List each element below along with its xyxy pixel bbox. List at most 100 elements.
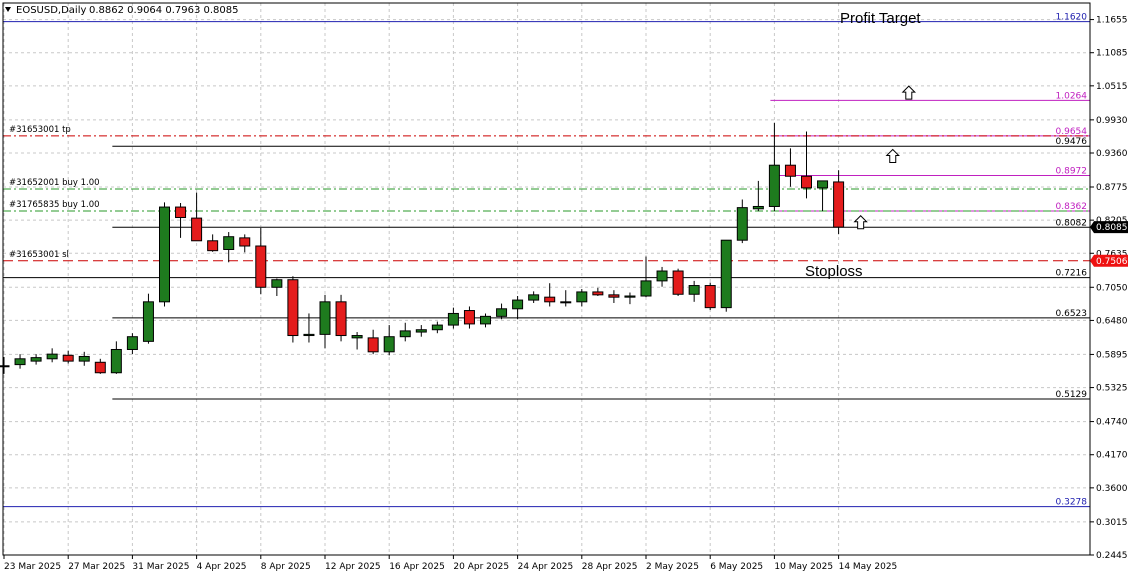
candle-body-bear xyxy=(544,296,556,303)
candle-body-bull xyxy=(480,315,491,325)
candle-body-bull xyxy=(319,301,331,335)
order-label: #31653001 tp xyxy=(9,125,71,135)
candle-body-bear xyxy=(191,217,203,242)
candle-body-bull xyxy=(447,312,459,326)
x-tick-label: 20 Apr 2025 xyxy=(453,562,509,572)
candle-body-bull xyxy=(303,333,315,337)
candle-body-bull xyxy=(126,336,138,350)
y-tick-label: 1.1655 xyxy=(1096,16,1128,26)
level-label: 0.7216 xyxy=(1056,269,1088,279)
level-label: 0.8082 xyxy=(1056,218,1088,228)
x-tick-label: 16 Apr 2025 xyxy=(389,562,445,572)
x-tick-label: 31 Mar 2025 xyxy=(132,562,189,572)
candle-body-bear xyxy=(704,285,716,309)
y-tick-label: 0.6480 xyxy=(1096,316,1128,326)
level-label: 1.0264 xyxy=(1056,91,1088,101)
x-tick-label: 28 Apr 2025 xyxy=(582,562,638,572)
symbol-label: EOSUSD,Daily xyxy=(16,5,86,16)
x-tick-label: 23 Mar 2025 xyxy=(4,562,61,572)
candle-body-bear xyxy=(239,237,251,247)
y-tick-label: 0.2445 xyxy=(1096,551,1128,561)
y-tick-label: 0.9360 xyxy=(1096,149,1128,159)
y-tick-label: 0.5325 xyxy=(1096,384,1128,394)
candle-body-bull xyxy=(752,205,764,210)
y-tick-label: 1.0515 xyxy=(1096,82,1128,92)
up-arrow-icon xyxy=(901,85,917,100)
candle-body-bear xyxy=(62,354,74,362)
level-label: 0.5129 xyxy=(1056,390,1088,400)
y-tick-label: 1.1085 xyxy=(1096,49,1128,59)
candle-body-bear xyxy=(784,164,796,177)
profit-target-annotation: Profit Target xyxy=(840,10,921,27)
x-tick-label: 2 May 2025 xyxy=(646,562,699,572)
candle-body-bull xyxy=(351,335,363,339)
candle-body-bull xyxy=(159,206,170,303)
candle-body-bear xyxy=(94,361,106,374)
candle-body-bull xyxy=(736,207,748,241)
candle-body-bull xyxy=(560,301,572,304)
candle-body-bull xyxy=(576,291,588,303)
candle-body-bull xyxy=(110,348,122,374)
candle-body-bull xyxy=(624,295,636,298)
candle-body-bull xyxy=(640,280,652,297)
dropdown-triangle-icon[interactable] xyxy=(5,7,11,12)
candle-body-bull xyxy=(0,365,10,368)
candle-body-bull xyxy=(14,358,26,366)
up-arrow-icon xyxy=(885,148,900,163)
candle-body-bull xyxy=(271,279,283,288)
arrow-markers xyxy=(853,85,917,230)
candle-body-bear xyxy=(463,310,475,325)
x-tick-label: 27 Mar 2025 xyxy=(68,562,125,572)
x-tick-label: 10 May 2025 xyxy=(774,562,833,572)
y-tick-label: 0.8775 xyxy=(1096,183,1128,193)
price-chart[interactable]: 1.16201.02640.96540.94760.89720.83620.80… xyxy=(0,0,1130,576)
price-tags: 0.8085 0.7506 xyxy=(1090,221,1128,267)
candle-body-bull xyxy=(431,324,443,331)
y-tick-label: 0.4170 xyxy=(1096,451,1128,461)
level-label: 0.6523 xyxy=(1056,309,1088,319)
x-tick-label: 14 May 2025 xyxy=(839,562,898,572)
price-tag-label: 0.8085 xyxy=(1096,223,1128,233)
candle-body-bull xyxy=(512,299,524,310)
candle-body-bull xyxy=(528,294,540,301)
candle-body-bear xyxy=(592,291,604,296)
candles xyxy=(0,122,845,374)
candle-body-bull xyxy=(383,336,395,353)
candle-body-bear xyxy=(175,206,187,219)
candle-body-bull xyxy=(817,180,829,189)
candle-body-bull xyxy=(656,270,668,282)
order-labels: #31653001 tp #31652001 buy 1.00 #31765835 … xyxy=(9,125,100,260)
candle-body-bear xyxy=(801,175,812,189)
y-tick-label: 0.5895 xyxy=(1096,350,1128,360)
order-label: #31652001 buy 1.00 xyxy=(9,178,100,188)
candle-body-bull xyxy=(720,239,732,309)
level-label: 0.8972 xyxy=(1056,167,1088,177)
stoploss-annotation: Stoploss xyxy=(805,263,863,280)
y-tick-label: 0.7050 xyxy=(1096,283,1128,293)
candle-body-bear xyxy=(833,181,845,228)
x-tick-label: 8 Apr 2025 xyxy=(261,562,311,572)
level-label: 0.3278 xyxy=(1056,498,1088,508)
x-tick-label: 4 Apr 2025 xyxy=(197,562,247,572)
candle-body-bull xyxy=(768,164,780,207)
ohlc-values: 0.8862 0.9064 0.7963 0.8085 xyxy=(89,5,239,16)
candle-body-bear xyxy=(367,337,379,353)
chart-window[interactable]: 1.1620 1.0264 0.9654 0.9476 0.8972 0.8362 0.80… xyxy=(0,0,1130,576)
candle-body-bull xyxy=(496,308,508,317)
x-tick-label: 24 Apr 2025 xyxy=(518,562,574,572)
chart-header: EOSUSD,Daily 0.8862 0.9064 0.7963 0.8085 xyxy=(5,5,239,16)
candle-body-bear xyxy=(255,245,267,288)
candle-body-bull xyxy=(399,330,411,338)
candle-body-bull xyxy=(142,301,154,342)
level-label: 0.9476 xyxy=(1056,137,1088,147)
order-label: #31765835 buy 1.00 xyxy=(9,200,100,210)
candle-body-bear xyxy=(608,294,620,298)
candle-body-bull xyxy=(415,329,427,333)
candle-body-bear xyxy=(335,301,347,337)
y-tick-label: 0.4740 xyxy=(1096,418,1128,428)
y-tick-label: 0.3600 xyxy=(1096,484,1128,494)
candle-body-bull xyxy=(223,236,235,250)
candle-body-bull xyxy=(30,357,42,362)
x-tick-label: 6 May 2025 xyxy=(710,562,763,572)
order-label: #31653001 sl xyxy=(9,250,69,260)
